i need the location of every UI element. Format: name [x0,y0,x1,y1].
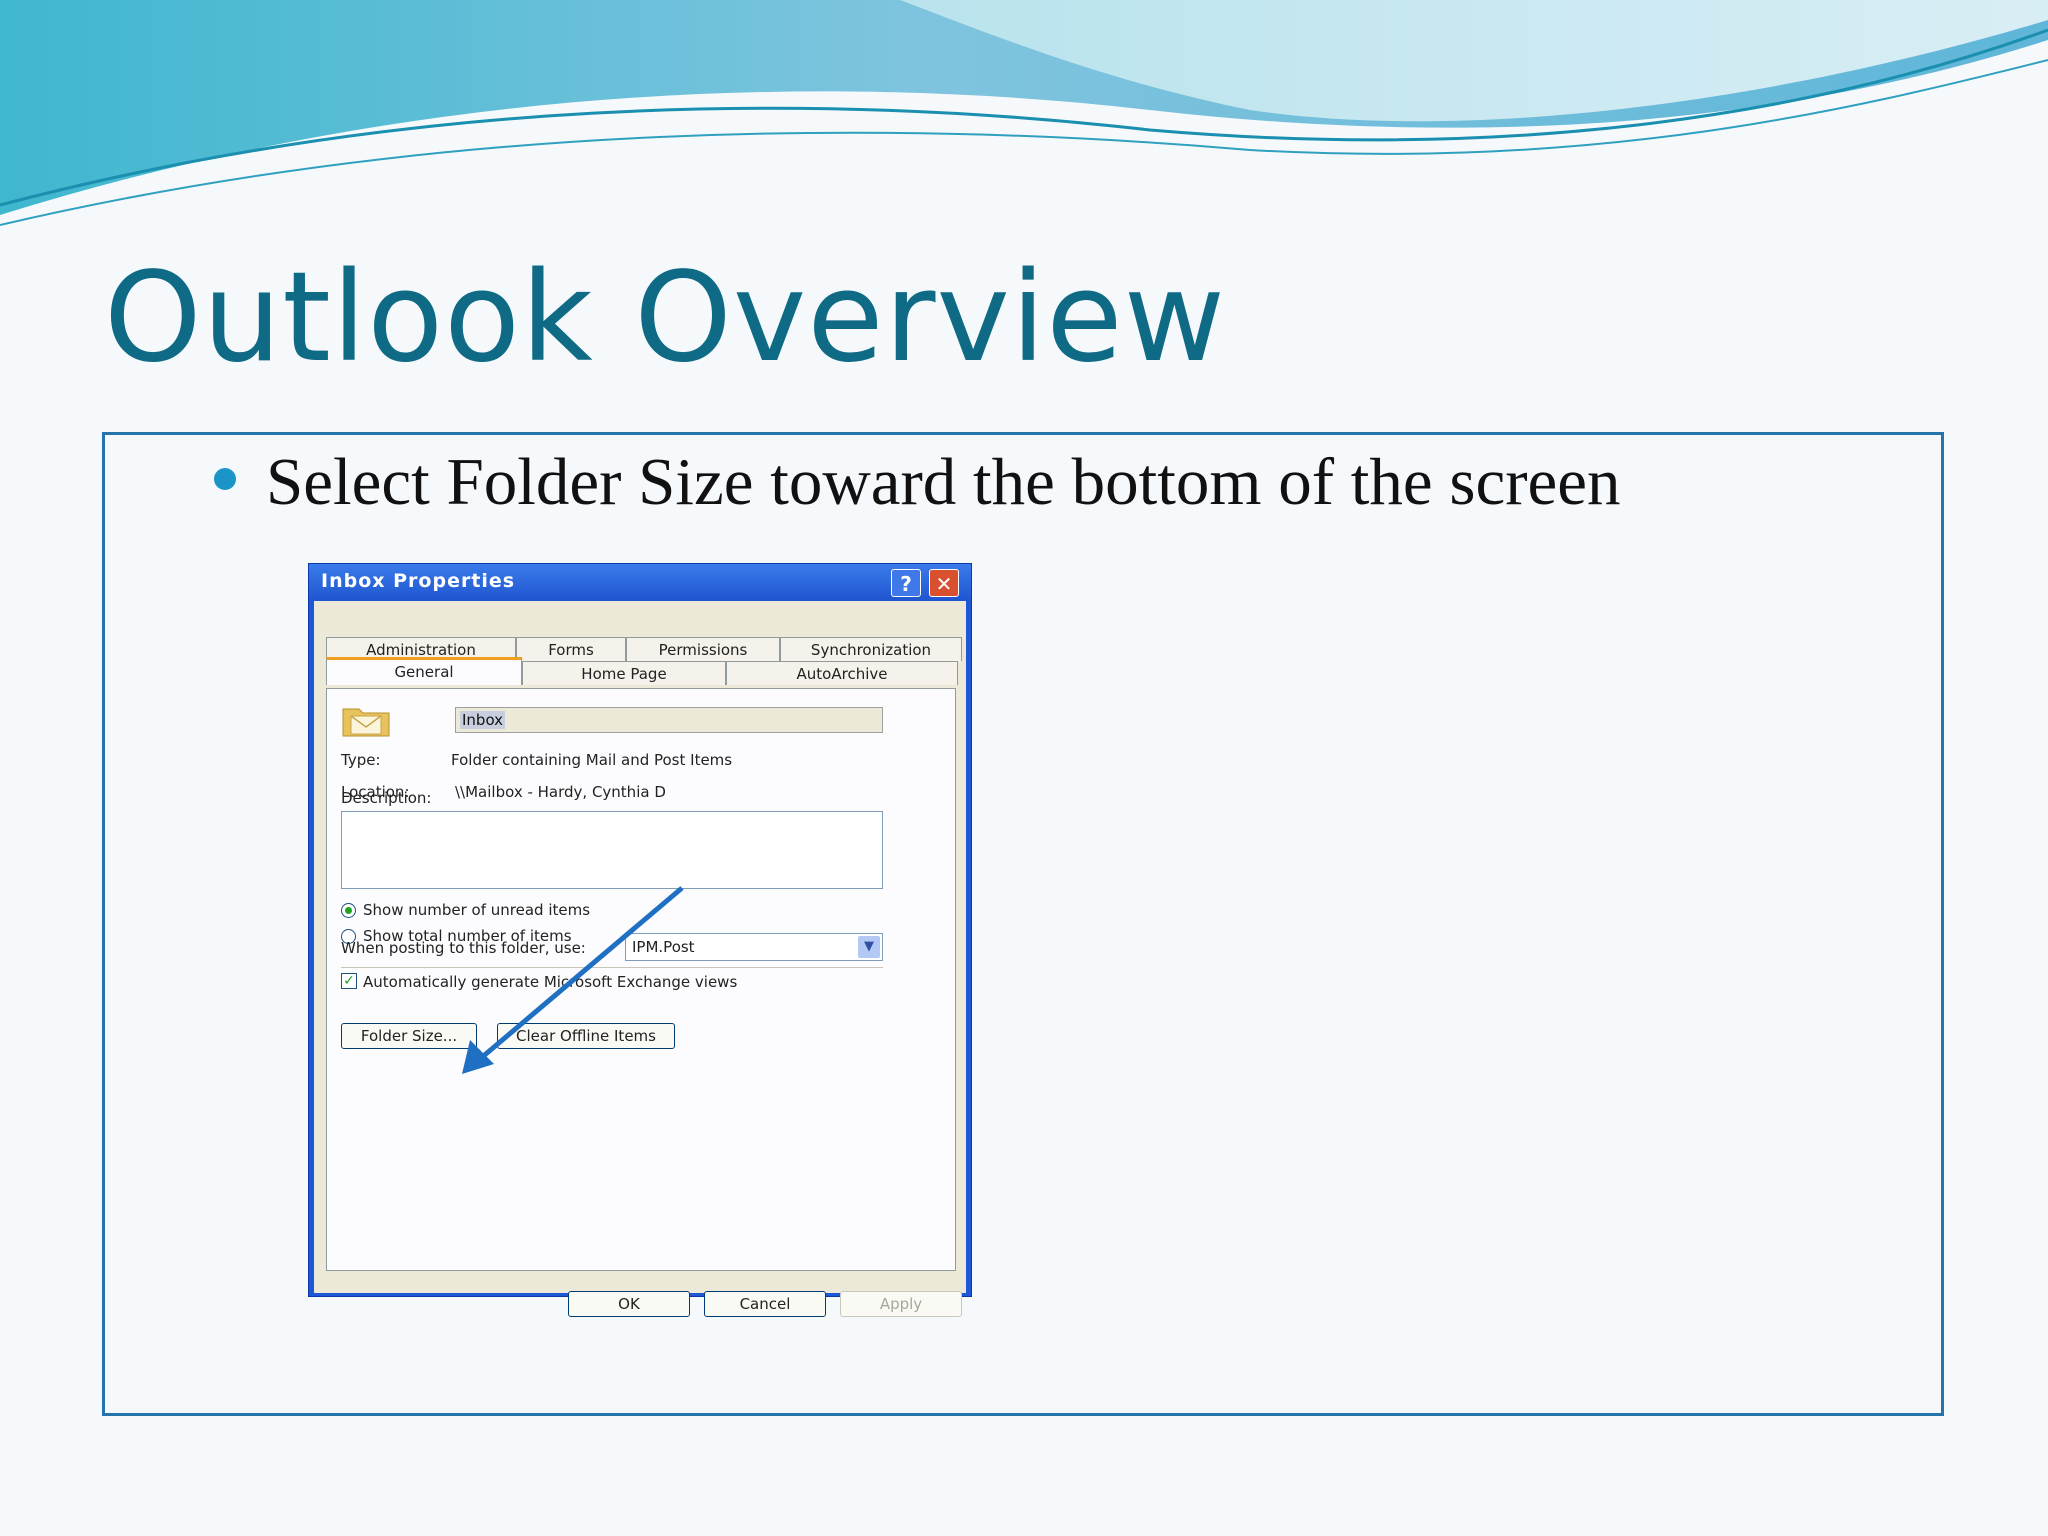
radio-selected-dot [345,907,352,914]
description-textarea[interactable] [341,811,883,889]
tab-home-page[interactable]: Home Page [522,661,726,685]
clear-offline-items-button[interactable]: Clear Offline Items [497,1023,675,1049]
cancel-button[interactable]: Cancel [704,1291,826,1317]
posting-label: When posting to this folder, use: [341,939,586,957]
close-icon[interactable]: ✕ [929,569,959,597]
dialog-titlebar[interactable]: Inbox Properties ? ✕ [309,564,971,601]
apply-button[interactable]: Apply [840,1291,962,1317]
posting-form-value: IPM.Post [632,938,695,956]
tab-synchronization[interactable]: Synchronization [780,637,962,661]
type-label: Type: [341,751,381,769]
description-label: Description: [341,789,432,807]
folder-icon [342,708,390,737]
bullet-dot [214,468,236,490]
dialog-body: Administration Forms Permissions Synchro… [314,601,966,1317]
header-wave-decoration [0,0,2048,226]
slide-title: Outlook Overview [104,246,1227,390]
bullet-text: Select Folder Size toward the bottom of … [266,445,1621,519]
tab-forms[interactable]: Forms [516,637,626,661]
type-value: Folder containing Mail and Post Items [451,751,733,769]
radio-unread-label: Show number of unread items [363,901,591,919]
posting-form-select[interactable]: IPM.Post ▼ [625,933,883,961]
tab-autoarchive[interactable]: AutoArchive [726,661,958,685]
folder-size-button[interactable]: Folder Size... [341,1023,477,1049]
help-icon[interactable]: ? [891,569,921,597]
inbox-properties-dialog: Inbox Properties ? ✕ Administration Form… [308,563,972,1317]
slide: Outlook Overview Select Folder Size towa… [0,0,2048,1536]
tab-permissions[interactable]: Permissions [626,637,780,661]
auto-generate-label: Automatically generate Microsoft Exchang… [363,973,738,991]
chevron-down-icon[interactable]: ▼ [858,936,880,958]
ok-button[interactable]: OK [568,1291,690,1317]
radio-unread-items[interactable] [341,903,356,918]
auto-generate-checkbox[interactable]: ✓ [341,973,357,989]
dialog-title: Inbox Properties [321,570,516,592]
location-value: \\Mailbox - Hardy, Cynthia D [455,783,666,801]
general-tab-page: Inbox Type: Folder containing Mail and P… [326,688,956,1271]
folder-name-value: Inbox [460,711,506,729]
tab-general[interactable]: General [326,657,522,685]
divider [341,967,883,968]
folder-name-field[interactable]: Inbox [455,707,883,733]
